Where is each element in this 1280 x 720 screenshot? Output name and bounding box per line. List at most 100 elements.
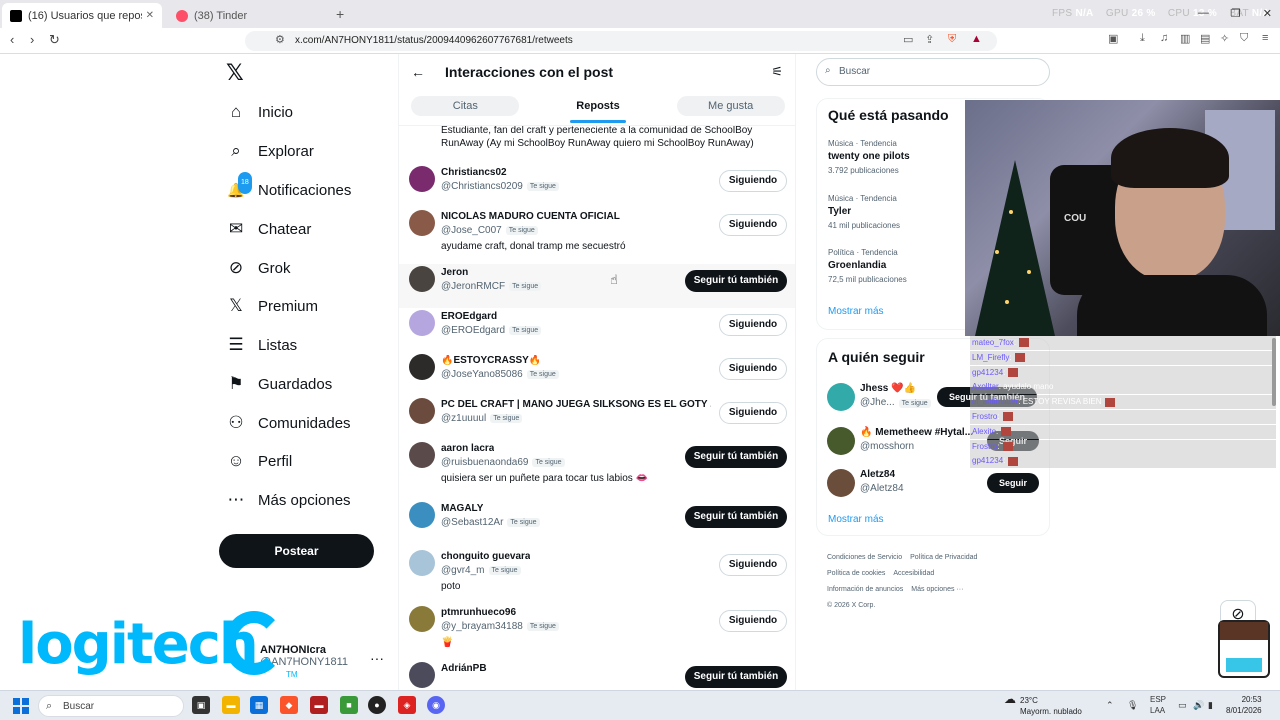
- user-name[interactable]: Jeron: [441, 267, 468, 278]
- nav-mas-opciones[interactable]: ⋯ Más opciones: [226, 490, 351, 510]
- media-icon[interactable]: ♫: [1160, 32, 1168, 44]
- following-button[interactable]: Siguiendo: [719, 554, 787, 576]
- follow-back-button[interactable]: Seguir tú también: [685, 666, 787, 688]
- nav-guardados[interactable]: ⚑ Guardados: [226, 374, 332, 394]
- avatar[interactable]: [827, 469, 855, 497]
- user-name[interactable]: ptmrunhueco96: [441, 607, 516, 618]
- user-row[interactable]: Jeron @JeronRMCF Te sigue Seguir tú también: [399, 264, 795, 308]
- close-tab-icon[interactable]: ✕: [146, 10, 154, 21]
- user-name[interactable]: AdriánPB: [441, 663, 487, 674]
- trend-item[interactable]: Música · Tendencia twenty one pilots 3.7…: [828, 139, 910, 175]
- user-name[interactable]: PC DEL CRAFT | MANO JUEGA SILKSONG ES EL…: [441, 399, 711, 410]
- tray-chevron-icon[interactable]: ⌃: [1106, 700, 1114, 711]
- back-arrow-icon[interactable]: ‹: [10, 32, 14, 47]
- nav-explorar[interactable]: ⌕ Explorar: [226, 141, 314, 161]
- follow-back-button[interactable]: Seguir tú también: [685, 270, 787, 292]
- user-name[interactable]: Aletz84: [860, 469, 895, 480]
- language-indicator[interactable]: ESP LAA: [1150, 694, 1166, 716]
- network-icon[interactable]: ▭: [1178, 700, 1187, 711]
- user-name[interactable]: 🔥ESTOYCRASSY🔥: [441, 355, 541, 366]
- obs-icon[interactable]: ●: [368, 696, 386, 714]
- following-button[interactable]: Siguiendo: [719, 314, 787, 336]
- close-window-icon[interactable]: ✕: [1263, 7, 1272, 20]
- following-button[interactable]: Siguiendo: [719, 402, 787, 424]
- user-row[interactable]: ptmrunhueco96 @y_brayam34188 Te sigue 🍟 Sigu…: [399, 604, 795, 660]
- nav-listas[interactable]: ☰ Listas: [226, 335, 297, 355]
- wallet-icon[interactable]: ▤: [1200, 32, 1210, 45]
- avatar[interactable]: [409, 398, 435, 424]
- system-clock[interactable]: 20:53 8/01/2026: [1226, 694, 1262, 716]
- footer-link[interactable]: Condiciones de Servicio: [827, 554, 902, 561]
- user-row[interactable]: NICOLÁS MADURO CUENTA OFICIAL @Jose_C007 T…: [399, 208, 795, 264]
- nav-notificaciones[interactable]: 🔔 18 Notificaciones: [226, 172, 351, 200]
- app-icon[interactable]: ◈: [398, 696, 416, 714]
- footer-link[interactable]: Más opciones ···: [911, 586, 963, 593]
- minecraft-icon[interactable]: ■: [340, 696, 358, 714]
- user-row[interactable]: EROEdgard @EROEdgard Te sigue Siguiendo: [399, 308, 795, 352]
- x-logo-icon[interactable]: 𝕏: [226, 60, 244, 86]
- brave-shield-icon[interactable]: ⛨: [948, 33, 956, 46]
- trend-item[interactable]: Música · Tendencia Tyler 41 mil publicac…: [828, 194, 900, 230]
- following-button[interactable]: Siguiendo: [719, 610, 787, 632]
- user-row[interactable]: PC DEL CRAFT | MANO JUEGA SILKSONG ES EL…: [399, 396, 795, 440]
- follow-back-button[interactable]: Seguir tú también: [685, 506, 787, 528]
- follow-button[interactable]: Seguir: [987, 473, 1039, 493]
- battery-icon[interactable]: ▮: [1208, 700, 1213, 711]
- avatar[interactable]: [409, 266, 435, 292]
- user-name[interactable]: MAGALY: [441, 503, 483, 514]
- weather-widget[interactable]: ☁ 23°C Mayorm. nublado: [1004, 693, 1082, 716]
- user-name[interactable]: Jhess ❤️👍: [860, 383, 916, 394]
- user-name[interactable]: EROEdgard: [441, 311, 497, 322]
- chat-scrollbar[interactable]: [1272, 338, 1276, 406]
- tab-me-gusta[interactable]: Me gusta: [664, 94, 795, 125]
- leo-ai-icon[interactable]: ✧: [1220, 32, 1229, 45]
- avatar[interactable]: [409, 662, 435, 688]
- avatar[interactable]: [409, 166, 435, 192]
- forward-arrow-icon[interactable]: ›: [30, 32, 34, 47]
- user-name[interactable]: Christiancs02: [441, 167, 507, 178]
- footer-link[interactable]: Accesibilidad: [893, 570, 934, 577]
- back-arrow-icon[interactable]: ←: [411, 64, 425, 80]
- restore-icon[interactable]: ❐: [1231, 7, 1241, 20]
- user-row[interactable]: aaron lacra @ruisbuenaonda69 Te sigue quisi…: [399, 440, 795, 500]
- tab-search-icon[interactable]: ▣: [1108, 32, 1118, 45]
- volume-icon[interactable]: 🔊: [1193, 700, 1204, 711]
- footer-link[interactable]: Política de cookies: [827, 570, 885, 577]
- follow-back-button[interactable]: Seguir tú también: [685, 446, 787, 468]
- suggested-user[interactable]: Aletz84 @Aletz84 Seguir: [827, 467, 1042, 499]
- download-icon[interactable]: ⤓: [1140, 32, 1145, 45]
- user-row[interactable]: MAGALY @Sebast12Ar Te sigue Seguir tú tambi…: [399, 500, 795, 548]
- show-more-link[interactable]: Mostrar más: [828, 514, 884, 525]
- avatar[interactable]: [409, 354, 435, 380]
- brave-rewards-icon[interactable]: ▲: [971, 33, 982, 45]
- filter-settings-icon[interactable]: ⚟: [771, 64, 783, 80]
- user-row[interactable]: Christiancs02 @Christiancs0209 Te sigue Sig…: [399, 164, 795, 208]
- avatar[interactable]: [409, 310, 435, 336]
- user-name[interactable]: aaron lacra: [441, 443, 494, 454]
- show-more-link[interactable]: Mostrar más: [828, 306, 884, 317]
- post-button[interactable]: Postear: [219, 534, 374, 568]
- avatar[interactable]: [409, 502, 435, 528]
- following-button[interactable]: Siguiendo: [719, 358, 787, 380]
- user-name[interactable]: 🔥 Memetheew #Hytal...: [860, 427, 973, 438]
- cast-icon[interactable]: ▭: [903, 33, 913, 46]
- footer-link[interactable]: Información de anuncios: [827, 586, 903, 593]
- taskbar-search[interactable]: ⌕ Buscar: [38, 695, 184, 717]
- account-more-icon[interactable]: ···: [370, 650, 384, 666]
- tab-reposts[interactable]: Reposts: [532, 94, 665, 125]
- avatar[interactable]: [827, 383, 855, 411]
- nav-perfil[interactable]: ☺ Perfil: [226, 451, 292, 471]
- nav-premium[interactable]: 𝕏 Premium: [226, 296, 318, 316]
- mic-icon[interactable]: 🎙: [1127, 700, 1138, 711]
- vpn-icon[interactable]: ⛉: [1240, 32, 1248, 45]
- reload-icon[interactable]: ↻: [49, 32, 60, 48]
- nav-inicio[interactable]: ⌂ Inicio: [226, 102, 293, 122]
- user-name[interactable]: NICOLÁS MADURO CUENTA OFICIAL: [441, 211, 620, 222]
- windows-start-icon[interactable]: [13, 698, 29, 714]
- new-tab-button[interactable]: +: [336, 6, 344, 22]
- site-info-icon[interactable]: ⚙: [275, 33, 285, 46]
- user-name[interactable]: chonguito guevara: [441, 551, 530, 562]
- avatar[interactable]: [409, 210, 435, 236]
- browser-tab-tinder[interactable]: (38) Tinder: [168, 3, 328, 28]
- following-button[interactable]: Siguiendo: [719, 170, 787, 192]
